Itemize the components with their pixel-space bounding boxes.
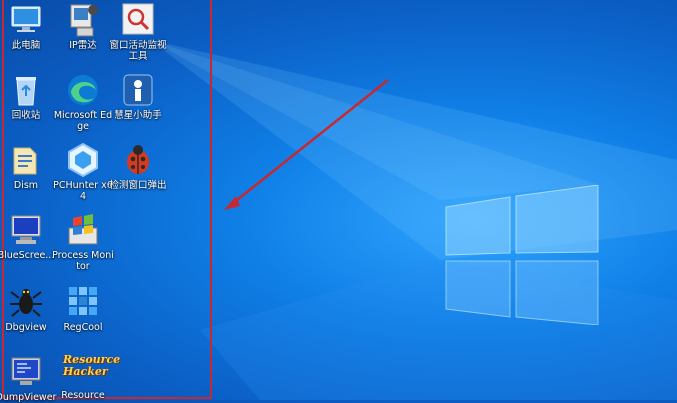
ip-radar-icon (70, 4, 98, 37)
process-monitor-icon (68, 214, 98, 245)
desktop-icon-label: 回收站 (11, 110, 41, 121)
desktop-icon-label: BlueScree... (0, 250, 55, 261)
regcool-icon (69, 287, 97, 315)
desktop-icon-recycle-bin[interactable]: 回收站 (0, 72, 58, 121)
desktop-icon-regcool[interactable]: RegCool (51, 284, 115, 333)
desktop-icon-dism[interactable]: Dism (0, 142, 58, 191)
desktop-icon-label: RegCool (63, 322, 103, 333)
resource-hacker-logo-text: Resource Hacker (63, 353, 121, 378)
dbgview-icon (10, 289, 42, 317)
desktop-icon-resource-hacker[interactable]: Resource Hacker Resource (51, 354, 120, 402)
edge-icon (68, 75, 98, 105)
windows-logo (445, 185, 599, 325)
desktop-icon-label: 此电脑 (11, 40, 41, 51)
desktop-icon-assistant[interactable]: 慧星小助手 (106, 72, 170, 121)
desktop-icon-label: DumpViewer (0, 392, 57, 403)
assistant-icon (123, 74, 153, 106)
window-monitor-icon (122, 3, 154, 35)
computer-icon (11, 6, 41, 32)
desktop-icon-dumpviewer[interactable]: DumpViewer (0, 354, 58, 403)
desktop-icon-label: 检测窗口弹出 (109, 180, 167, 191)
desktop-icon-ladybug[interactable]: 检测窗口弹出 (106, 142, 170, 191)
desktop-icon-process-monitor[interactable]: Process Monitor (51, 212, 115, 272)
resource-hacker-icon: Resource Hacker (63, 354, 120, 388)
recycle-bin-icon (16, 77, 36, 106)
desktop-icon-label: Dism (13, 180, 39, 191)
desktop-icon-label: Process Monitor (52, 250, 114, 272)
desktop-icon-label: 慧星小助手 (114, 110, 162, 121)
desktop-icon-dbgview[interactable]: Dbgview (0, 284, 58, 333)
dism-icon (13, 147, 37, 175)
desktop-icon-label: 窗口活动监视工具 (109, 40, 167, 62)
pchunter-icon (68, 142, 98, 178)
bluescreen-icon (11, 215, 41, 244)
desktop-icon-this-pc[interactable]: 此电脑 (0, 2, 58, 51)
dumpviewer-icon (11, 357, 41, 385)
desktop-icon-label: Dbgview (5, 322, 47, 333)
desktop-icon-label: Resource (61, 390, 105, 401)
ladybug-icon (127, 145, 149, 174)
desktop-icon-window-monitor[interactable]: 窗口活动监视工具 (106, 2, 170, 62)
desktop-icon-bluescreen[interactable]: BlueScree... (0, 212, 58, 261)
